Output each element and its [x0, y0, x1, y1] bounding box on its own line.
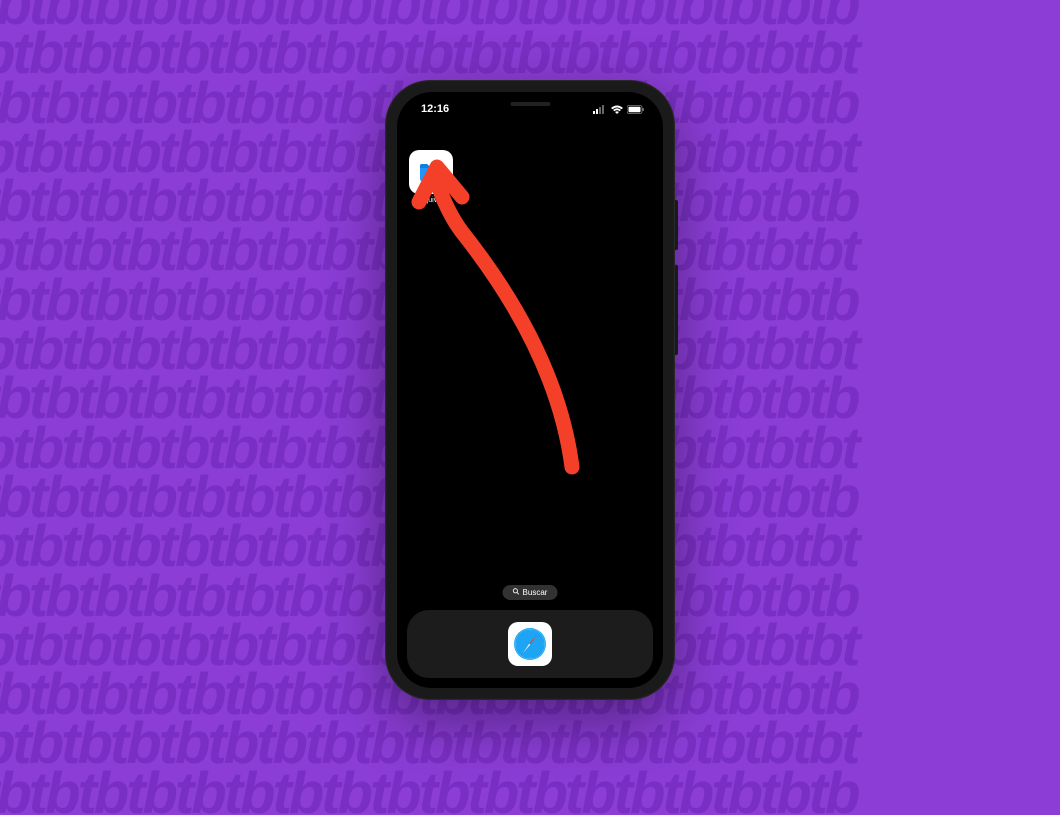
battery-icon: [627, 105, 645, 114]
app-files[interactable]: Arquivos: [409, 150, 453, 204]
search-label: Buscar: [523, 588, 548, 597]
phone-screen: 12:16: [397, 92, 663, 688]
search-icon: [513, 588, 520, 597]
app-safari[interactable]: [508, 622, 552, 666]
home-screen[interactable]: Arquivos Buscar: [397, 142, 663, 688]
search-button[interactable]: Buscar: [503, 585, 558, 600]
status-icons: [593, 105, 645, 114]
phone-frame: 12:16: [385, 80, 675, 700]
dock: [407, 610, 653, 678]
status-time: 12:16: [415, 103, 449, 115]
phone-notch: [468, 92, 593, 116]
app-files-label: Arquivos: [417, 197, 444, 204]
cellular-signal-icon: [593, 105, 607, 114]
app-grid: Arquivos: [409, 142, 651, 204]
wifi-icon: [611, 105, 623, 114]
files-app-icon: [409, 150, 453, 194]
safari-app-icon: [508, 622, 552, 666]
